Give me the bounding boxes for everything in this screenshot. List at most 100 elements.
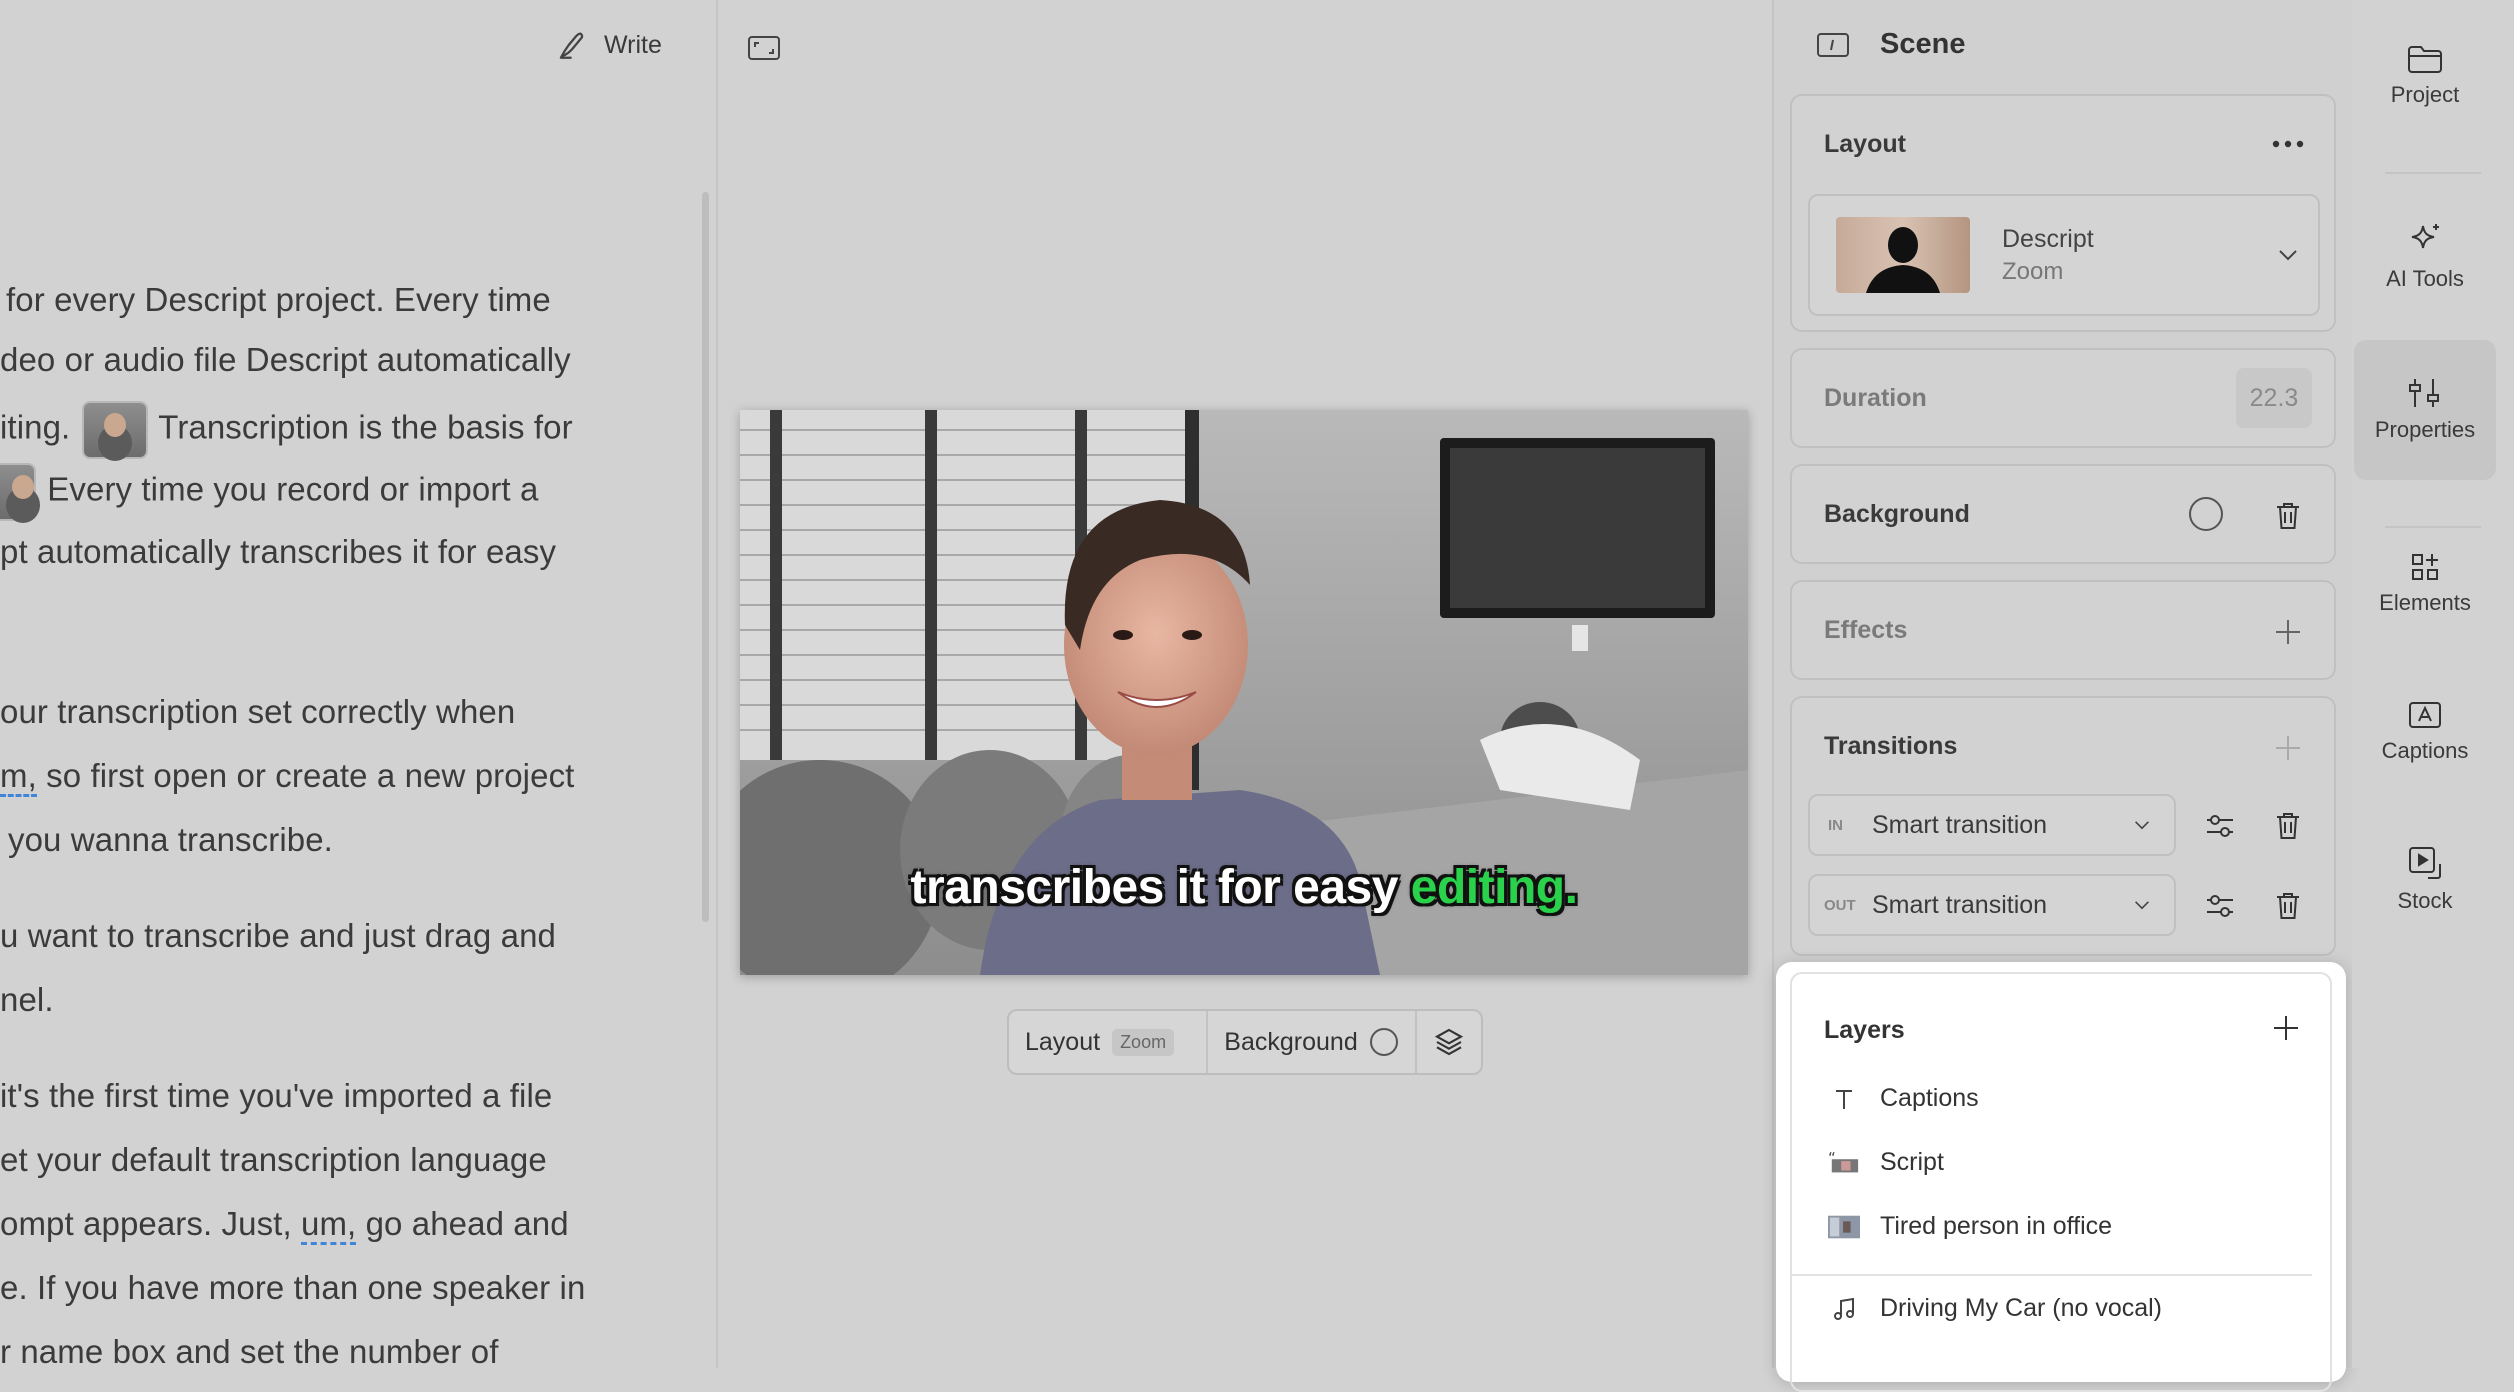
caption-highlight-word: editing. <box>1410 861 1578 914</box>
music-note-icon <box>1828 1297 1860 1321</box>
nav-label: Captions <box>2381 738 2469 763</box>
effects-card: Effects <box>1790 580 2336 680</box>
nav-stock[interactable]: Stock <box>2354 846 2496 914</box>
transcript-line[interactable]: u want to transcribe and just drag and <box>0 917 556 955</box>
pen-icon <box>559 32 584 59</box>
write-button[interactable]: Write <box>556 28 662 62</box>
transition-in-delete-button[interactable] <box>2268 806 2308 846</box>
adjustments-icon <box>2207 895 2233 917</box>
layout-select[interactable]: Descript Zoom <box>1808 194 2320 316</box>
nav-label: Elements <box>2379 590 2471 615</box>
adjustments-icon <box>2207 815 2233 837</box>
trash-icon <box>2277 813 2299 839</box>
layout-card: Layout Descript Zoom <box>1790 94 2336 332</box>
transcript-line[interactable]: Every time you record or import a <box>0 465 538 519</box>
layout-chip-label: Layout <box>1025 1027 1101 1056</box>
transcript-line[interactable]: ompt appears. Just, um, go ahead and <box>0 1205 569 1245</box>
transcript-word[interactable]: ompt appears. Just, <box>0 1205 292 1242</box>
nav-captions[interactable]: Captions <box>2354 700 2496 764</box>
layer-label: Captions <box>1880 1084 1979 1112</box>
layout-more-button[interactable] <box>2268 124 2308 164</box>
layout-thumbnail <box>1836 217 1970 293</box>
captions-icon <box>2409 702 2441 728</box>
inline-clip-thumbnail[interactable] <box>0 465 34 519</box>
transition-in-settings-button[interactable] <box>2200 806 2240 846</box>
stock-icon <box>2409 847 2441 879</box>
transition-out-select[interactable]: OUT Smart transition <box>1808 874 2176 936</box>
background-color-swatch <box>1369 1028 1398 1056</box>
transcript-line[interactable]: for every Descript project. Every time <box>6 281 551 319</box>
elements-icon <box>2412 554 2438 580</box>
transition-out-delete-button[interactable] <box>2268 886 2308 926</box>
background-delete-button[interactable] <box>2268 496 2308 536</box>
effects-title: Effects <box>1824 616 1908 644</box>
layer-label: Tired person in office <box>1880 1212 2113 1240</box>
nav-label: Stock <box>2397 888 2453 913</box>
layer-item-script[interactable]: “ Script <box>1828 1148 1944 1177</box>
filler-word[interactable]: um, <box>301 1205 357 1245</box>
transcript-panel: Write for every Descript project. Every … <box>0 0 716 1368</box>
background-card: Background <box>1790 464 2336 564</box>
nav-label: AI Tools <box>2386 266 2464 291</box>
duration-input[interactable]: 22.3 <box>2236 368 2312 428</box>
background-chip[interactable]: Background <box>1208 1011 1417 1073</box>
filler-word[interactable]: m, <box>0 757 37 797</box>
nav-project[interactable]: Project <box>2354 44 2496 108</box>
layer-label: Script <box>1880 1148 1944 1176</box>
transitions-card: Transitions IN Smart transition OUT Smar… <box>1790 696 2336 956</box>
video-preview[interactable]: transcribes it for easy editing. <box>740 410 1748 975</box>
plus-icon <box>2274 1016 2298 1040</box>
layout-chip[interactable]: Layout Zoom <box>1009 1011 1209 1073</box>
transcript-scrollbar[interactable] <box>702 192 709 922</box>
chevron-down-icon <box>2135 901 2149 910</box>
layers-divider <box>1792 1274 2312 1276</box>
transcript-line[interactable]: you wanna transcribe. <box>8 821 333 859</box>
nav-properties[interactable]: Properties <box>2354 340 2496 480</box>
scene-icon <box>1817 32 1849 57</box>
transcript-line[interactable]: e. If you have more than one speaker in <box>0 1269 585 1307</box>
transcript-line[interactable]: iting. Transcription is the basis for <box>0 403 573 457</box>
inline-clip-thumbnail[interactable] <box>83 403 146 457</box>
duration-card: Duration 22.3 <box>1790 348 2336 448</box>
silhouette-image <box>1866 227 1940 293</box>
nav-elements[interactable]: Elements <box>2354 552 2496 616</box>
transcript-word[interactable]: Every time you record or import a <box>47 471 538 508</box>
transcript-word[interactable]: go ahead and <box>366 1205 569 1242</box>
transcript-line[interactable]: m, so first open or create a new project <box>0 757 574 797</box>
transcript-line[interactable]: pt automatically transcribes it for easy <box>0 533 556 571</box>
folder-icon <box>2408 46 2442 73</box>
fullscreen-button[interactable] <box>742 28 786 68</box>
background-color-button[interactable] <box>2188 496 2224 532</box>
layers-button[interactable] <box>1417 1011 1481 1073</box>
effects-add-button[interactable] <box>2268 612 2308 652</box>
transcript-line[interactable]: et your default transcription language <box>0 1141 547 1179</box>
write-label: Write <box>604 30 662 59</box>
transcript-line[interactable]: nel. <box>0 981 54 1019</box>
transcript-word[interactable]: iting. <box>0 409 70 446</box>
transcript-line[interactable]: it's the first time you've imported a fi… <box>0 1077 552 1115</box>
transitions-title: Transitions <box>1824 732 1958 760</box>
layer-label: Driving My Car (no vocal) <box>1880 1294 2163 1322</box>
expand-icon <box>748 36 780 60</box>
layers-popover: Layers Captions “ Script Tired person in… <box>1776 962 2346 1392</box>
caption-overlay[interactable]: transcribes it for easy editing. <box>740 860 1748 915</box>
layers-title: Layers <box>1824 1016 1905 1044</box>
nav-separator <box>2385 526 2481 528</box>
transcript-word[interactable]: so first open or create a new project <box>46 757 574 794</box>
transitions-add-button[interactable] <box>2268 728 2308 768</box>
transition-out-settings-button[interactable] <box>2200 886 2240 926</box>
add-layer-button[interactable] <box>2266 1008 2306 1048</box>
transcript-line[interactable]: r name box and set the number of <box>0 1333 499 1368</box>
transition-in-select[interactable]: IN Smart transition <box>1808 794 2176 856</box>
layout-name: Descript <box>2002 224 2094 253</box>
nav-ai-tools[interactable]: AI Tools <box>2354 222 2496 292</box>
layer-item-audio[interactable]: Driving My Car (no vocal) <box>1828 1294 2162 1323</box>
video-thumbnail <box>1828 1215 1860 1239</box>
transcript-line[interactable]: our transcription set correctly when <box>0 693 515 731</box>
plus-icon <box>2276 620 2300 644</box>
layer-item-video[interactable]: Tired person in office <box>1828 1212 2112 1241</box>
transition-out-value: Smart transition <box>1872 890 2048 919</box>
transcript-word[interactable]: Transcription is the basis for <box>158 409 572 446</box>
layer-item-captions[interactable]: Captions <box>1828 1084 1979 1113</box>
transcript-line[interactable]: deo or audio file Descript automatically <box>0 341 571 379</box>
